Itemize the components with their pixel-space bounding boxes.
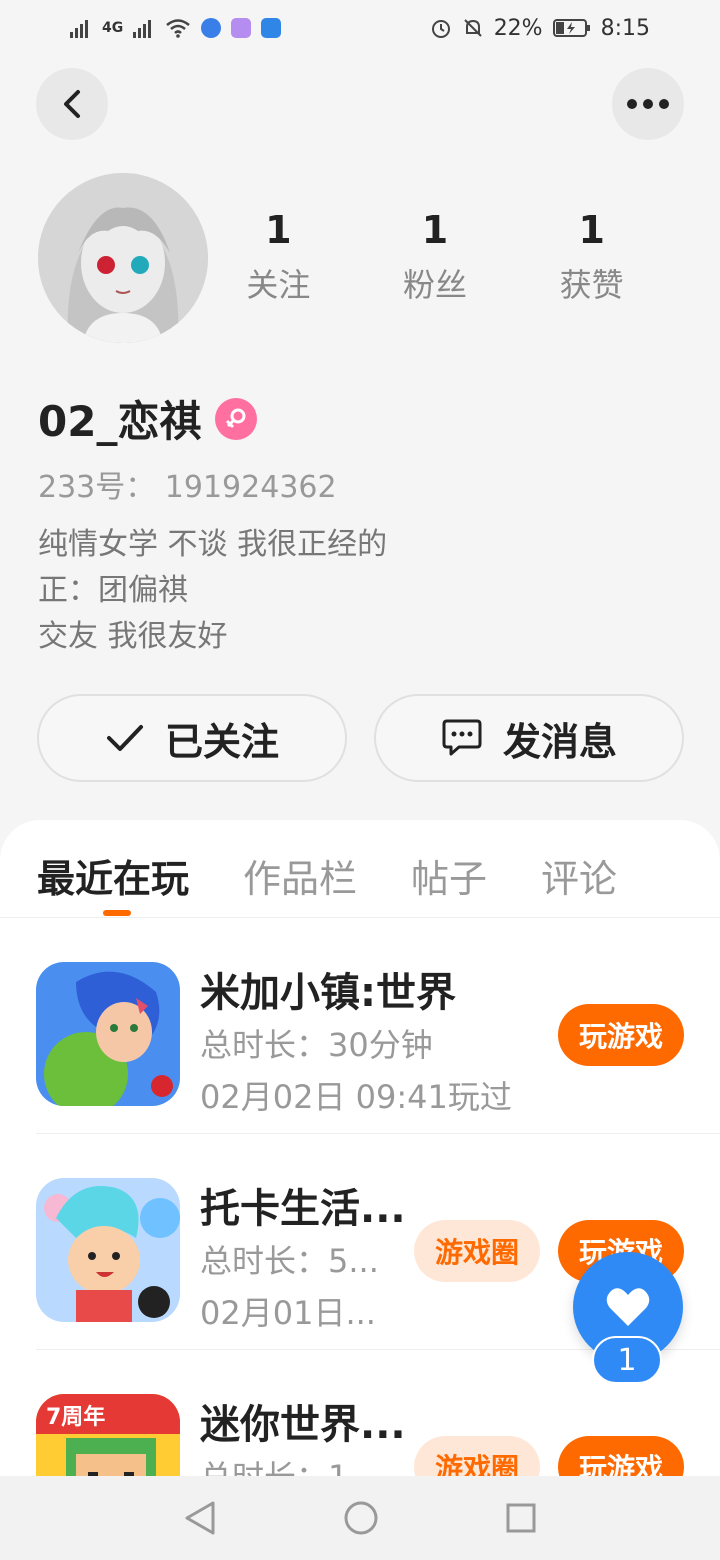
followed-button[interactable]: 已关注	[37, 694, 347, 782]
home-circle-icon[interactable]	[343, 1500, 379, 1536]
chat-bubble-icon	[442, 719, 482, 756]
game-icon	[36, 962, 180, 1106]
user-id: 233号： 191924362	[38, 470, 337, 505]
stat-following[interactable]: 1 关注	[200, 208, 357, 306]
game-play-duration: 总时长：5...	[200, 1242, 379, 1280]
battery-percent: 22%	[493, 15, 543, 41]
more-dots-icon	[627, 99, 669, 109]
like-count-badge: 1	[592, 1336, 662, 1384]
game-circle-button[interactable]: 游戏圈	[414, 1436, 540, 1480]
tab-comments[interactable]: 评论	[541, 820, 617, 917]
signal-icon-2	[133, 18, 155, 38]
status-left: 4G	[70, 18, 282, 38]
send-message-label: 发消息	[502, 719, 617, 764]
game-last-played: 02月02日 09:41玩过	[200, 1078, 512, 1116]
stat-followers[interactable]: 1 粉丝	[357, 208, 514, 306]
alarm-icon	[431, 20, 450, 38]
send-message-button[interactable]: 发消息	[374, 694, 684, 782]
game-play-duration: 总时长：30分钟	[200, 1026, 433, 1064]
game-circle-button[interactable]: 游戏圈	[414, 1220, 540, 1282]
game-list-item[interactable]: 米加小镇:世界 总时长：30分钟 02月02日 09:41玩过 玩游戏	[36, 918, 720, 1134]
profile-tabs: 最近在玩 作品栏 帖子 评论	[0, 820, 720, 918]
avatar[interactable]	[38, 173, 208, 343]
tab-recently-played[interactable]: 最近在玩	[37, 820, 189, 917]
game-icon: 7周年	[36, 1394, 180, 1480]
app-notification-icon	[201, 18, 222, 38]
game-title: 米加小镇:世界	[200, 970, 456, 1016]
likes-label: 获赞	[559, 265, 624, 304]
tab-posts[interactable]: 帖子	[411, 820, 487, 917]
likes-count: 1	[578, 208, 605, 252]
more-options-button[interactable]	[612, 68, 684, 140]
followed-label: 已关注	[164, 719, 279, 764]
play-game-button[interactable]: 玩游戏	[558, 1436, 684, 1480]
game-title: 托卡生活...	[200, 1186, 406, 1232]
app-notification-icon-2	[231, 18, 252, 38]
recents-square-icon[interactable]	[505, 1502, 537, 1534]
signal-icon	[70, 18, 92, 38]
mute-icon	[463, 19, 482, 37]
game-icon	[36, 1178, 180, 1322]
avatar-image	[38, 173, 208, 343]
game-last-played: 02月01日...	[200, 1294, 376, 1332]
status-right: 22% 8:15	[430, 16, 650, 41]
followers-label: 粉丝	[403, 265, 468, 304]
svg-text:7周年: 7周年	[46, 1404, 105, 1430]
followers-count: 1	[421, 208, 449, 252]
game-title: 迷你世界...	[200, 1402, 406, 1448]
weather-notification-icon	[261, 18, 282, 38]
chevron-left-icon	[64, 90, 80, 118]
back-button[interactable]	[36, 68, 108, 140]
username-row: 02_恋祺	[38, 388, 258, 449]
female-gender-icon	[215, 397, 258, 440]
wifi-icon	[166, 19, 191, 38]
heart-icon	[606, 1288, 650, 1326]
tab-works[interactable]: 作品栏	[243, 820, 357, 917]
clock: 8:15	[600, 15, 650, 41]
profile-stats: 1 关注 1 粉丝 1 获赞	[200, 208, 670, 306]
checkmark-icon	[106, 725, 143, 751]
status-bar: 4G 22% 8:15	[0, 0, 720, 56]
back-triangle-icon[interactable]	[183, 1500, 217, 1536]
system-nav-bar	[0, 1476, 720, 1560]
user-bio: 纯情女学 不谈 我很正经的 正：团偏祺 交友 我很友好	[38, 527, 388, 654]
following-count: 1	[265, 208, 292, 252]
battery-icon	[552, 19, 590, 37]
username: 02_恋祺	[38, 397, 202, 446]
following-label: 关注	[246, 265, 311, 304]
stat-likes[interactable]: 1 获赞	[513, 208, 670, 306]
network-type: 4G	[102, 20, 124, 36]
play-game-button[interactable]: 玩游戏	[558, 1004, 684, 1066]
